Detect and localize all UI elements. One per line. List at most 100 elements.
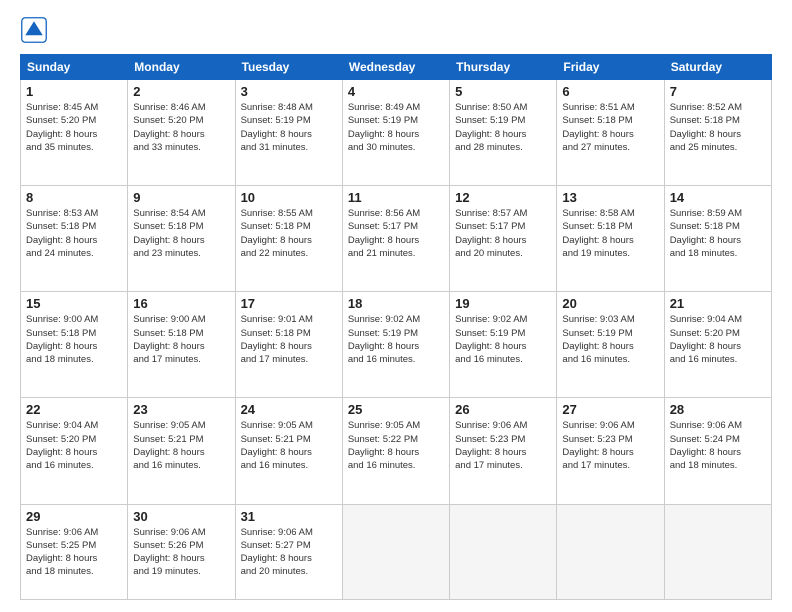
day-info: Sunrise: 9:03 AMSunset: 5:19 PMDaylight:… xyxy=(562,313,658,366)
day-number: 10 xyxy=(241,190,337,205)
day-info: Sunrise: 8:48 AMSunset: 5:19 PMDaylight:… xyxy=(241,101,337,154)
day-info: Sunrise: 9:06 AMSunset: 5:26 PMDaylight:… xyxy=(133,526,229,579)
day-info: Sunrise: 9:00 AMSunset: 5:18 PMDaylight:… xyxy=(133,313,229,366)
day-info: Sunrise: 9:06 AMSunset: 5:27 PMDaylight:… xyxy=(241,526,337,579)
day-number: 14 xyxy=(670,190,766,205)
day-number: 3 xyxy=(241,84,337,99)
calendar-cell: 31 Sunrise: 9:06 AMSunset: 5:27 PMDayligh… xyxy=(235,504,342,600)
calendar-cell: 1 Sunrise: 8:45 AMSunset: 5:20 PMDaylight… xyxy=(21,80,128,186)
day-info: Sunrise: 9:05 AMSunset: 5:22 PMDaylight:… xyxy=(348,419,444,472)
day-info: Sunrise: 8:53 AMSunset: 5:18 PMDaylight:… xyxy=(26,207,122,260)
calendar-cell: 16 Sunrise: 9:00 AMSunset: 5:18 PMDayligh… xyxy=(128,292,235,398)
calendar-cell: 25 Sunrise: 9:05 AMSunset: 5:22 PMDayligh… xyxy=(342,398,449,504)
calendar-cell: 30 Sunrise: 9:06 AMSunset: 5:26 PMDayligh… xyxy=(128,504,235,600)
day-info: Sunrise: 8:56 AMSunset: 5:17 PMDaylight:… xyxy=(348,207,444,260)
day-number: 23 xyxy=(133,402,229,417)
calendar-cell: 15 Sunrise: 9:00 AMSunset: 5:18 PMDayligh… xyxy=(21,292,128,398)
calendar-cell: 3 Sunrise: 8:48 AMSunset: 5:19 PMDaylight… xyxy=(235,80,342,186)
calendar-cell: 14 Sunrise: 8:59 AMSunset: 5:18 PMDayligh… xyxy=(664,186,771,292)
day-number: 8 xyxy=(26,190,122,205)
calendar-cell: 20 Sunrise: 9:03 AMSunset: 5:19 PMDayligh… xyxy=(557,292,664,398)
day-info: Sunrise: 8:58 AMSunset: 5:18 PMDaylight:… xyxy=(562,207,658,260)
calendar-cell: 7Sunrise: 8:52 AMSunset: 5:18 PMDaylight… xyxy=(664,80,771,186)
day-info: Sunrise: 9:04 AMSunset: 5:20 PMDaylight:… xyxy=(670,313,766,366)
calendar-cell: 24 Sunrise: 9:05 AMSunset: 5:21 PMDayligh… xyxy=(235,398,342,504)
calendar-cell: 29 Sunrise: 9:06 AMSunset: 5:25 PMDayligh… xyxy=(21,504,128,600)
calendar-cell: 5 Sunrise: 8:50 AMSunset: 5:19 PMDaylight… xyxy=(450,80,557,186)
weekday-header: Tuesday xyxy=(235,55,342,80)
day-number: 22 xyxy=(26,402,122,417)
day-info: Sunrise: 9:04 AMSunset: 5:20 PMDaylight:… xyxy=(26,419,122,472)
calendar-cell: 11 Sunrise: 8:56 AMSunset: 5:17 PMDayligh… xyxy=(342,186,449,292)
calendar-cell: 23 Sunrise: 9:05 AMSunset: 5:21 PMDayligh… xyxy=(128,398,235,504)
day-info: Sunrise: 9:05 AMSunset: 5:21 PMDaylight:… xyxy=(133,419,229,472)
day-info: Sunrise: 9:06 AMSunset: 5:25 PMDaylight:… xyxy=(26,526,122,579)
day-info: Sunrise: 8:50 AMSunset: 5:19 PMDaylight:… xyxy=(455,101,551,154)
weekday-header: Saturday xyxy=(664,55,771,80)
day-number: 25 xyxy=(348,402,444,417)
calendar-cell: 9 Sunrise: 8:54 AMSunset: 5:18 PMDaylight… xyxy=(128,186,235,292)
day-number: 7 xyxy=(670,84,766,99)
day-number: 20 xyxy=(562,296,658,311)
calendar-cell: 27Sunrise: 9:06 AMSunset: 5:23 PMDayligh… xyxy=(557,398,664,504)
day-number: 11 xyxy=(348,190,444,205)
day-number: 18 xyxy=(348,296,444,311)
day-number: 4 xyxy=(348,84,444,99)
calendar-cell: 18 Sunrise: 9:02 AMSunset: 5:19 PMDayligh… xyxy=(342,292,449,398)
day-info: Sunrise: 8:59 AMSunset: 5:18 PMDaylight:… xyxy=(670,207,766,260)
weekday-header: Thursday xyxy=(450,55,557,80)
calendar-cell: 12 Sunrise: 8:57 AMSunset: 5:17 PMDayligh… xyxy=(450,186,557,292)
calendar-cell: 13 Sunrise: 8:58 AMSunset: 5:18 PMDayligh… xyxy=(557,186,664,292)
day-info: Sunrise: 8:49 AMSunset: 5:19 PMDaylight:… xyxy=(348,101,444,154)
day-number: 31 xyxy=(241,509,337,524)
calendar-cell xyxy=(342,504,449,600)
calendar-cell xyxy=(664,504,771,600)
weekday-header: Monday xyxy=(128,55,235,80)
day-number: 1 xyxy=(26,84,122,99)
day-info: Sunrise: 8:57 AMSunset: 5:17 PMDaylight:… xyxy=(455,207,551,260)
day-info: Sunrise: 9:05 AMSunset: 5:21 PMDaylight:… xyxy=(241,419,337,472)
day-info: Sunrise: 9:02 AMSunset: 5:19 PMDaylight:… xyxy=(455,313,551,366)
day-number: 2 xyxy=(133,84,229,99)
day-number: 17 xyxy=(241,296,337,311)
day-info: Sunrise: 9:06 AMSunset: 5:23 PMDaylight:… xyxy=(562,419,658,472)
calendar-cell: 8 Sunrise: 8:53 AMSunset: 5:18 PMDaylight… xyxy=(21,186,128,292)
day-info: Sunrise: 9:06 AMSunset: 5:24 PMDaylight:… xyxy=(670,419,766,472)
day-info: Sunrise: 8:55 AMSunset: 5:18 PMDaylight:… xyxy=(241,207,337,260)
day-number: 29 xyxy=(26,509,122,524)
day-number: 24 xyxy=(241,402,337,417)
calendar-cell: 22 Sunrise: 9:04 AMSunset: 5:20 PMDayligh… xyxy=(21,398,128,504)
page: SundayMondayTuesdayWednesdayThursdayFrid… xyxy=(0,0,792,612)
calendar-cell: 21 Sunrise: 9:04 AMSunset: 5:20 PMDayligh… xyxy=(664,292,771,398)
day-info: Sunrise: 8:46 AMSunset: 5:20 PMDaylight:… xyxy=(133,101,229,154)
day-info: Sunrise: 8:51 AMSunset: 5:18 PMDaylight:… xyxy=(562,101,658,154)
day-info: Sunrise: 9:00 AMSunset: 5:18 PMDaylight:… xyxy=(26,313,122,366)
day-info: Sunrise: 9:01 AMSunset: 5:18 PMDaylight:… xyxy=(241,313,337,366)
calendar-cell: 19 Sunrise: 9:02 AMSunset: 5:19 PMDayligh… xyxy=(450,292,557,398)
weekday-header: Sunday xyxy=(21,55,128,80)
day-number: 12 xyxy=(455,190,551,205)
weekday-header: Friday xyxy=(557,55,664,80)
day-info: Sunrise: 9:02 AMSunset: 5:19 PMDaylight:… xyxy=(348,313,444,366)
day-number: 9 xyxy=(133,190,229,205)
calendar-cell xyxy=(450,504,557,600)
logo-icon xyxy=(20,16,48,44)
day-number: 15 xyxy=(26,296,122,311)
day-number: 5 xyxy=(455,84,551,99)
day-number: 19 xyxy=(455,296,551,311)
day-info: Sunrise: 9:06 AMSunset: 5:23 PMDaylight:… xyxy=(455,419,551,472)
day-info: Sunrise: 8:54 AMSunset: 5:18 PMDaylight:… xyxy=(133,207,229,260)
day-number: 30 xyxy=(133,509,229,524)
header xyxy=(20,16,772,44)
weekday-header: Wednesday xyxy=(342,55,449,80)
day-number: 6 xyxy=(562,84,658,99)
calendar-cell: 4 Sunrise: 8:49 AMSunset: 5:19 PMDaylight… xyxy=(342,80,449,186)
day-number: 21 xyxy=(670,296,766,311)
day-number: 13 xyxy=(562,190,658,205)
day-number: 16 xyxy=(133,296,229,311)
day-info: Sunrise: 8:45 AMSunset: 5:20 PMDaylight:… xyxy=(26,101,122,154)
calendar-cell: 26Sunrise: 9:06 AMSunset: 5:23 PMDayligh… xyxy=(450,398,557,504)
calendar-cell: 17 Sunrise: 9:01 AMSunset: 5:18 PMDayligh… xyxy=(235,292,342,398)
logo xyxy=(20,16,52,44)
calendar-cell: 28Sunrise: 9:06 AMSunset: 5:24 PMDayligh… xyxy=(664,398,771,504)
